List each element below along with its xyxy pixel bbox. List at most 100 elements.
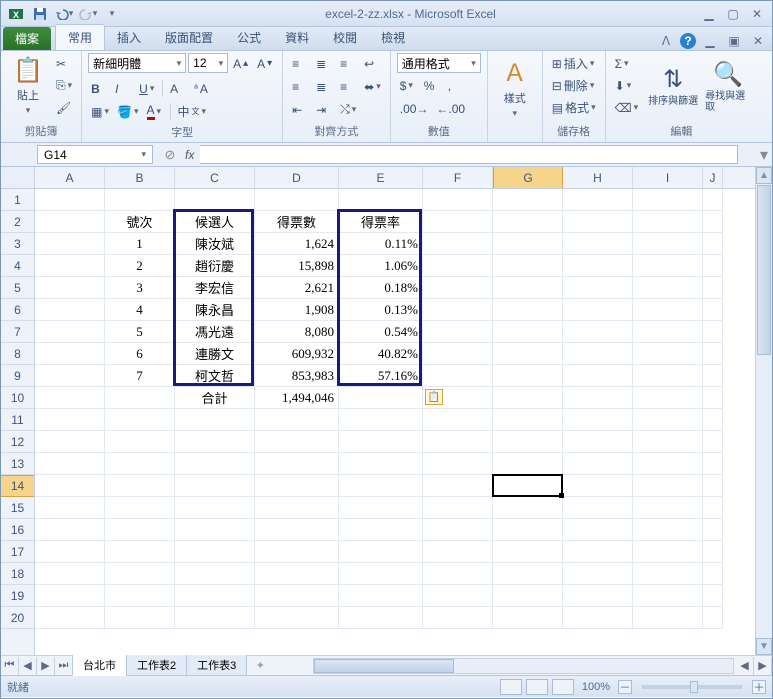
formula-bar-expand-icon[interactable]: ▾: [756, 145, 772, 165]
cell-J2[interactable]: [703, 211, 723, 233]
tab-home[interactable]: 常用: [55, 24, 105, 50]
cell-B3[interactable]: 1: [105, 233, 175, 255]
cell-F18[interactable]: [423, 563, 493, 585]
row-header-6[interactable]: 6: [1, 299, 34, 321]
cell-J7[interactable]: [703, 321, 723, 343]
cell-H13[interactable]: [563, 453, 633, 475]
cell-F9[interactable]: [423, 365, 493, 387]
cell-H11[interactable]: [563, 409, 633, 431]
close-icon[interactable]: ✕: [746, 5, 768, 23]
cell-H20[interactable]: [563, 607, 633, 629]
redo-icon[interactable]: ▾: [77, 4, 99, 24]
hscroll-right-icon[interactable]: ▶: [754, 657, 772, 675]
col-header-E[interactable]: E: [339, 167, 423, 188]
cell-G13[interactable]: [493, 453, 563, 475]
cell-F5[interactable]: [423, 277, 493, 299]
wrap-text-button[interactable]: ↩: [361, 53, 383, 74]
col-header-A[interactable]: A: [35, 167, 105, 188]
col-header-H[interactable]: H: [563, 167, 633, 188]
cell-G9[interactable]: [493, 365, 563, 387]
cell-B15[interactable]: [105, 497, 175, 519]
cell-G1[interactable]: [493, 189, 563, 211]
row-header-10[interactable]: 10: [1, 387, 34, 409]
copy-button[interactable]: ⎘▾: [53, 75, 75, 96]
name-box[interactable]: G14▾: [37, 145, 153, 164]
cell-G2[interactable]: [493, 211, 563, 233]
cell-E17[interactable]: [339, 541, 423, 563]
tab-data[interactable]: 資料: [273, 25, 321, 50]
bold-button[interactable]: B: [88, 78, 110, 99]
cell-G16[interactable]: [493, 519, 563, 541]
doc-restore-icon[interactable]: ▣: [724, 32, 744, 50]
cell-J9[interactable]: [703, 365, 723, 387]
sheet-prev-icon[interactable]: ◀: [19, 657, 37, 675]
cell-G18[interactable]: [493, 563, 563, 585]
cell-A5[interactable]: [35, 277, 105, 299]
cell-H8[interactable]: [563, 343, 633, 365]
cell-J5[interactable]: [703, 277, 723, 299]
cell-G5[interactable]: [493, 277, 563, 299]
cell-C17[interactable]: [175, 541, 255, 563]
cell-I15[interactable]: [633, 497, 703, 519]
cell-A15[interactable]: [35, 497, 105, 519]
cell-B10[interactable]: [105, 387, 175, 409]
cell-A6[interactable]: [35, 299, 105, 321]
cell-D18[interactable]: [255, 563, 339, 585]
cell-J1[interactable]: [703, 189, 723, 211]
hscroll-left-icon[interactable]: ◀: [736, 657, 754, 675]
sheet-tab-2[interactable]: 工作表2: [126, 655, 187, 676]
cell-J13[interactable]: [703, 453, 723, 475]
cell-F12[interactable]: [423, 431, 493, 453]
shrink-font-button[interactable]: A▾: [254, 53, 276, 74]
cell-F6[interactable]: [423, 299, 493, 321]
row-header-18[interactable]: 18: [1, 563, 34, 585]
cell-J12[interactable]: [703, 431, 723, 453]
number-format-select[interactable]: 通用格式▾: [397, 53, 481, 73]
cell-E1[interactable]: [339, 189, 423, 211]
row-header-4[interactable]: 4: [1, 255, 34, 277]
scroll-down-icon[interactable]: ▼: [756, 638, 772, 655]
cell-C8[interactable]: 連勝文: [175, 343, 255, 365]
align-right-button[interactable]: ≡: [337, 76, 359, 97]
sort-filter-button[interactable]: ⇅ 排序與篩選: [645, 53, 701, 119]
horizontal-scrollbar[interactable]: [313, 658, 734, 674]
normal-view-button[interactable]: [500, 679, 522, 695]
select-all-button[interactable]: [1, 167, 34, 189]
cell-I10[interactable]: [633, 387, 703, 409]
new-sheet-icon[interactable]: ✦: [247, 659, 273, 672]
row-header-20[interactable]: 20: [1, 607, 34, 629]
cell-D12[interactable]: [255, 431, 339, 453]
font-color-button[interactable]: A▾: [144, 101, 166, 122]
cell-G20[interactable]: [493, 607, 563, 629]
cell-B16[interactable]: [105, 519, 175, 541]
vertical-scrollbar[interactable]: ▲ ▼: [755, 167, 772, 655]
cell-A20[interactable]: [35, 607, 105, 629]
cell-E12[interactable]: [339, 431, 423, 453]
cell-F15[interactable]: [423, 497, 493, 519]
cell-F19[interactable]: [423, 585, 493, 607]
zoom-in-button[interactable]: ＋: [752, 680, 766, 694]
row-header-3[interactable]: 3: [1, 233, 34, 255]
col-header-D[interactable]: D: [255, 167, 339, 188]
format-cells-button[interactable]: ▤格式▾: [549, 97, 599, 118]
align-bottom-button[interactable]: ≡: [337, 53, 359, 74]
cell-G15[interactable]: [493, 497, 563, 519]
cell-D7[interactable]: 8,080: [255, 321, 339, 343]
cell-E11[interactable]: [339, 409, 423, 431]
cell-J11[interactable]: [703, 409, 723, 431]
cell-H16[interactable]: [563, 519, 633, 541]
cell-I19[interactable]: [633, 585, 703, 607]
fx-cancel-button[interactable]: ⊘: [159, 145, 181, 165]
cell-D13[interactable]: [255, 453, 339, 475]
align-left-button[interactable]: ≡: [289, 76, 311, 97]
tab-insert[interactable]: 插入: [105, 25, 153, 50]
cell-J3[interactable]: [703, 233, 723, 255]
page-layout-view-button[interactable]: [526, 679, 548, 695]
cell-F11[interactable]: [423, 409, 493, 431]
cell-H9[interactable]: [563, 365, 633, 387]
cell-E8[interactable]: 40.82%: [339, 343, 423, 365]
cell-D10[interactable]: 1,494,046: [255, 387, 339, 409]
cell-A4[interactable]: [35, 255, 105, 277]
tab-layout[interactable]: 版面配置: [153, 25, 225, 50]
cell-G7[interactable]: [493, 321, 563, 343]
